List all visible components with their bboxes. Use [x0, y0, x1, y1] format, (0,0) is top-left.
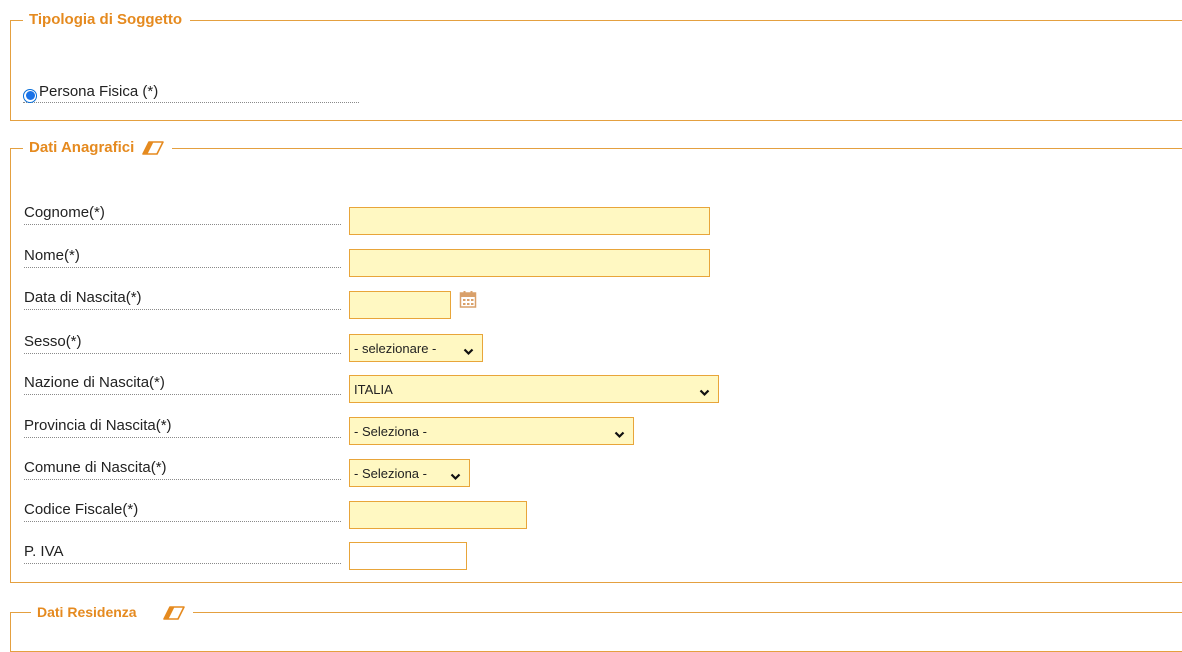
tipologia-legend-text: Tipologia di Soggetto [29, 11, 183, 28]
residenza-legend: Dati Residenza [31, 602, 193, 622]
comune-selected: - Seleziona - [354, 465, 427, 481]
provincia-label: Provincia di Nascita(*) [24, 416, 341, 438]
sesso-select[interactable]: - selezionare - [349, 334, 483, 362]
chevron-down-icon [614, 427, 625, 439]
data-nascita-input[interactable] [349, 291, 451, 319]
tipologia-fieldset: Tipologia di Soggetto Persona Fisica (*) [10, 10, 1182, 121]
anagrafici-fieldset: Dati Anagrafici Cognome(*) Nome(*) Data … [10, 138, 1182, 583]
nome-label: Nome(*) [24, 246, 341, 268]
residenza-fieldset: Dati Residenza [10, 602, 1182, 652]
cognome-label: Cognome(*) [24, 203, 341, 225]
eraser-icon[interactable] [162, 605, 185, 620]
residenza-legend-text: Dati Residenza [37, 604, 137, 620]
chevron-down-icon [699, 385, 710, 397]
anagrafici-legend: Dati Anagrafici [23, 138, 173, 158]
sesso-selected: - selezionare - [354, 340, 437, 356]
tipologia-legend: Tipologia di Soggetto [23, 10, 191, 30]
codice-fiscale-label: Codice Fiscale(*) [24, 500, 341, 522]
nazione-select[interactable]: ITALIA [349, 375, 719, 403]
nazione-label: Nazione di Nascita(*) [24, 373, 341, 395]
comune-select[interactable]: - Seleziona - [349, 459, 470, 487]
provincia-selected: - Seleziona - [354, 423, 427, 439]
sesso-label: Sesso(*) [24, 332, 341, 354]
calendar-icon[interactable] [459, 290, 477, 308]
chevron-down-icon [463, 344, 474, 356]
persona-fisica-label: Persona Fisica (*) [39, 83, 159, 100]
cognome-input[interactable] [349, 207, 710, 235]
piva-label: P. IVA [24, 542, 341, 564]
nome-input[interactable] [349, 249, 710, 277]
nazione-selected: ITALIA [354, 381, 393, 397]
radio-checked-dot [25, 91, 35, 100]
codice-fiscale-input[interactable] [349, 501, 527, 529]
comune-label: Comune di Nascita(*) [24, 458, 341, 480]
eraser-icon[interactable] [142, 141, 165, 155]
persona-fisica-radio[interactable] [23, 88, 37, 103]
chevron-down-icon [450, 469, 461, 481]
anagrafici-legend-text: Dati Anagrafici [29, 139, 135, 156]
persona-fisica-option[interactable]: Persona Fisica (*) [23, 81, 359, 103]
piva-input[interactable] [349, 542, 467, 570]
data-nascita-label: Data di Nascita(*) [24, 288, 341, 310]
provincia-select[interactable]: - Seleziona - [349, 417, 634, 445]
